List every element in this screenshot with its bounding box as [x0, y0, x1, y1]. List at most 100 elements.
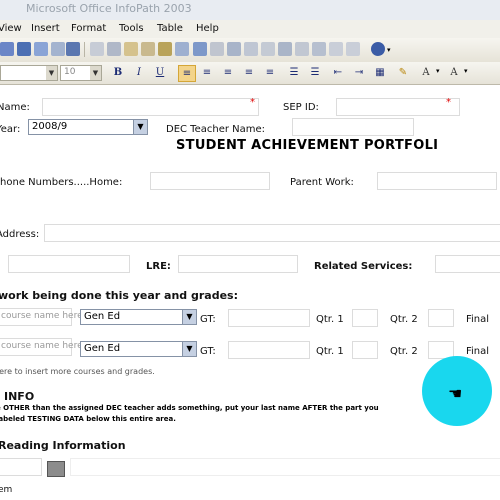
font-color-button-2[interactable]: A — [446, 65, 462, 80]
align-left-button[interactable]: ≡ — [178, 65, 196, 82]
chevron-down-icon: ▼ — [182, 342, 196, 356]
related-services-field[interactable] — [435, 255, 500, 273]
course-name-placeholder: course name here. — [1, 341, 86, 351]
align-right-button[interactable]: ≡ — [220, 65, 236, 80]
toolbar-options-icon[interactable]: ▾ — [464, 67, 468, 75]
view-icon[interactable] — [295, 42, 309, 56]
qtr1-label: Qtr. 1 — [316, 314, 344, 325]
setting-select[interactable]: Gen Ed ▼ — [80, 309, 197, 325]
zoom-icon[interactable] — [329, 42, 343, 56]
help-icon[interactable] — [371, 42, 385, 56]
paste-icon[interactable] — [124, 42, 138, 56]
course-name-field[interactable]: course name here. — [0, 338, 85, 356]
reading-notes-field[interactable] — [70, 458, 500, 476]
gt-label: GT: — [200, 346, 216, 357]
menu-insert[interactable]: Insert — [31, 23, 60, 34]
style-combo[interactable]: ▼ — [0, 65, 58, 81]
toolbar-separator — [84, 42, 85, 57]
copy-icon[interactable] — [107, 42, 121, 56]
merge-icon[interactable] — [346, 42, 360, 56]
menu-view[interactable]: View — [0, 23, 22, 34]
insert-courses-link[interactable]: here to insert more courses and grades. — [0, 367, 155, 376]
increase-indent-button[interactable]: ⇥ — [351, 65, 367, 80]
chevron-down-icon: ▼ — [90, 66, 101, 80]
year-label: Year: — [0, 124, 21, 135]
info-note: e OTHER than the assigned DEC teacher ad… — [0, 404, 379, 412]
font-color-button[interactable]: A — [418, 65, 434, 80]
year-select[interactable]: 2008/9 ▼ — [28, 119, 148, 135]
cut-icon[interactable] — [90, 42, 104, 56]
lre-field[interactable] — [178, 255, 298, 273]
year-value: 2008/9 — [32, 121, 68, 132]
gt-field[interactable] — [228, 309, 310, 327]
hand-cursor-icon: ☚ — [448, 384, 463, 403]
gt-field[interactable] — [228, 341, 310, 359]
title-bar: Microsoft Office InfoPath 2003 — [0, 0, 500, 21]
highlight-button[interactable]: ✎ — [395, 65, 411, 80]
qtr2-label: Qtr. 2 — [390, 314, 418, 325]
parent-work-field[interactable] — [377, 172, 497, 190]
decrease-indent-button[interactable]: ⇤ — [330, 65, 346, 80]
italic-button[interactable]: I — [131, 65, 147, 80]
menu-table[interactable]: Table — [157, 23, 183, 34]
required-icon: * — [250, 97, 255, 108]
bold-button[interactable]: B — [110, 65, 126, 80]
open-icon[interactable] — [0, 42, 14, 56]
address-label: Address: — [0, 229, 40, 240]
info-note: labeled TESTING DATA below this entire a… — [0, 415, 176, 423]
final-label: Final — [466, 314, 490, 325]
format-painter-icon[interactable] — [141, 42, 155, 56]
underline-button[interactable]: U — [152, 65, 168, 80]
page-title: STUDENT ACHIEVEMENT PORTFOLI — [176, 138, 439, 153]
design-icon[interactable] — [278, 42, 292, 56]
address-field[interactable] — [44, 224, 500, 242]
font-size-combo[interactable]: 10 ▼ — [60, 65, 102, 81]
formatting-toolbar: ▼ 10 ▼ B I U ≡ ≡ ≡ ≡ ≡ ☰ ☰ ⇤ ⇥ ▦ ✎ A ▾ A… — [0, 62, 500, 85]
program-field[interactable] — [8, 255, 130, 273]
print-icon[interactable] — [34, 42, 48, 56]
qtr2-field[interactable] — [428, 309, 454, 327]
toolbar-options-icon[interactable]: ▾ — [387, 46, 391, 54]
qtr1-field[interactable] — [352, 341, 378, 359]
reading-date-field[interactable] — [0, 458, 42, 476]
numbering-button[interactable]: ☰ — [286, 65, 302, 80]
qtr1-field[interactable] — [352, 309, 378, 327]
hyperlink-icon[interactable] — [210, 42, 224, 56]
info-heading: INFO — [4, 390, 35, 403]
bottom-label: em — [0, 485, 13, 495]
sep-id-field[interactable] — [336, 98, 460, 116]
form-canvas: Name: * SEP ID: * Year: 2008/9 ▼ DEC Tea… — [0, 85, 500, 500]
required-icon: * — [446, 97, 451, 108]
coursework-heading: work being done this year and grades: — [0, 289, 238, 302]
menu-tools[interactable]: Tools — [119, 23, 144, 34]
spelling-icon[interactable] — [66, 42, 80, 56]
menu-help[interactable]: Help — [196, 23, 219, 34]
course-name-field[interactable]: course name here. — [0, 308, 85, 326]
qtr2-label: Qtr. 2 — [390, 346, 418, 357]
phone-label: Phone Numbers.....Home: — [0, 177, 123, 188]
save-icon[interactable] — [17, 42, 31, 56]
line-spacing-button[interactable]: ≡ — [262, 65, 278, 80]
menu-format[interactable]: Format — [71, 23, 106, 34]
dec-teacher-field[interactable] — [292, 118, 414, 136]
comment-icon[interactable] — [244, 42, 258, 56]
home-phone-field[interactable] — [150, 172, 270, 190]
redo-icon[interactable] — [175, 42, 189, 56]
insert-table-icon[interactable] — [193, 42, 207, 56]
chevron-down-icon[interactable]: ▾ — [436, 67, 440, 75]
align-center-button[interactable]: ≡ — [199, 65, 215, 80]
find-icon[interactable] — [312, 42, 326, 56]
undo-icon[interactable] — [158, 42, 172, 56]
task-pane-icon[interactable] — [261, 42, 275, 56]
calendar-icon[interactable] — [47, 461, 65, 477]
justify-button[interactable]: ≡ — [241, 65, 257, 80]
name-field[interactable] — [42, 98, 259, 116]
course-name-placeholder: course name here. — [1, 311, 86, 321]
picture-icon[interactable] — [227, 42, 241, 56]
bullets-button[interactable]: ☰ — [307, 65, 323, 80]
setting-select[interactable]: Gen Ed ▼ — [80, 341, 197, 357]
preview-icon[interactable] — [51, 42, 65, 56]
window-title: Microsoft Office InfoPath 2003 — [26, 2, 192, 15]
chevron-down-icon: ▼ — [182, 310, 196, 324]
borders-button[interactable]: ▦ — [372, 65, 388, 80]
